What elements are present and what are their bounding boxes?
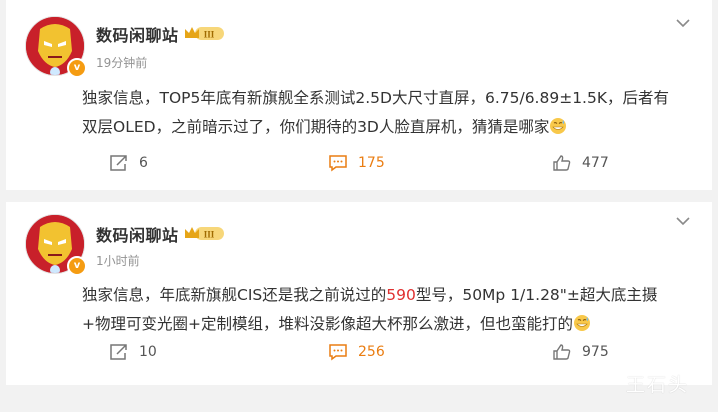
thumbs-up-icon bbox=[553, 155, 571, 171]
like-button[interactable]: 477 bbox=[552, 154, 609, 172]
watermark: 王石头 bbox=[626, 374, 690, 396]
comment-count: 256 bbox=[358, 344, 385, 360]
svg-text:III: III bbox=[204, 230, 215, 240]
post-text: 独家信息，TOP5年底有新旗舰全系测试2.5D大尺寸直屏，6.75/6.89±1… bbox=[82, 84, 684, 145]
comment-count: 175 bbox=[358, 155, 385, 171]
like-count: 477 bbox=[582, 155, 609, 171]
svg-text:III: III bbox=[204, 30, 215, 40]
repost-button[interactable]: 6 bbox=[109, 154, 148, 172]
verified-icon: v bbox=[67, 58, 87, 78]
chevron-down-icon[interactable] bbox=[676, 18, 690, 28]
repost-button[interactable]: 10 bbox=[109, 343, 157, 361]
like-button[interactable]: 975 bbox=[552, 343, 609, 361]
post-time[interactable]: 19分钟前 bbox=[96, 54, 147, 71]
repost-count: 6 bbox=[139, 155, 148, 171]
repost-icon bbox=[110, 344, 127, 360]
post-text: 独家信息，年底新旗舰CIS还是我之前说过的590型号，50Mp 1/1.28"±… bbox=[82, 281, 684, 342]
post-text-content: 独家信息，TOP5年底有新旗舰全系测试2.5D大尺寸直屏，6.75/6.89±1… bbox=[82, 89, 670, 136]
comment-button[interactable]: 256 bbox=[328, 343, 385, 361]
like-count: 975 bbox=[582, 344, 609, 360]
post-time[interactable]: 1小时前 bbox=[96, 252, 140, 269]
comment-icon bbox=[329, 344, 347, 361]
repost-count: 10 bbox=[139, 344, 157, 360]
verified-icon: v bbox=[67, 256, 87, 276]
grin-sweat-emoji-icon bbox=[573, 313, 591, 342]
avatar[interactable]: v bbox=[25, 214, 87, 276]
crown-level-badge-icon[interactable]: III bbox=[183, 24, 225, 42]
comment-button[interactable]: 175 bbox=[328, 154, 385, 172]
chevron-down-icon[interactable] bbox=[676, 216, 690, 226]
weibo-post-1: v 数码闲聊站 III 19分钟前 独家信息，TOP5年底有新旗舰全系测试2.5… bbox=[6, 0, 712, 190]
post-text-content: 独家信息，年底新旗舰CIS还是我之前说过的 bbox=[82, 286, 387, 304]
user-name[interactable]: 数码闲聊站 bbox=[96, 222, 179, 246]
model-number-highlight: 590 bbox=[386, 286, 416, 304]
repost-icon bbox=[110, 155, 127, 171]
comment-icon bbox=[329, 155, 347, 172]
grin-sweat-emoji-icon bbox=[549, 116, 567, 145]
crown-level-badge-icon[interactable]: III bbox=[183, 224, 225, 242]
user-name[interactable]: 数码闲聊站 bbox=[96, 22, 179, 46]
weibo-post-2: v 数码闲聊站 III 1小时前 独家信息，年底新旗舰CIS还是我之前说过的59… bbox=[6, 202, 712, 385]
thumbs-up-icon bbox=[553, 344, 571, 360]
avatar[interactable]: v bbox=[25, 16, 87, 78]
